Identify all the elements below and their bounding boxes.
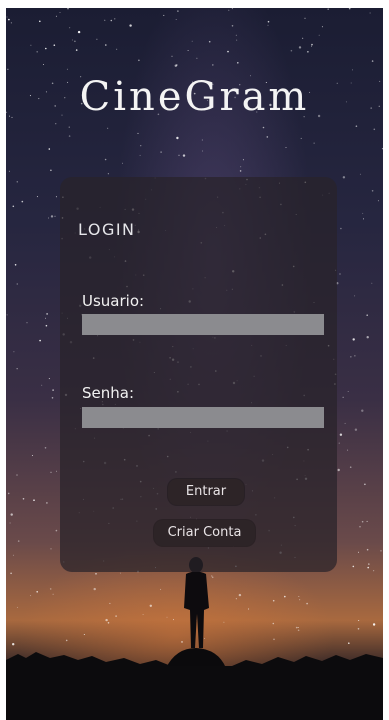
username-input[interactable] <box>82 314 324 335</box>
password-label: Senha: <box>82 384 135 402</box>
create-account-button[interactable]: Criar Conta <box>154 520 255 546</box>
login-submit-button[interactable]: Entrar <box>168 479 244 505</box>
password-input[interactable] <box>82 407 324 428</box>
login-screen: CineGram LOGIN Usuario: Senha: Entrar Cr… <box>6 8 383 720</box>
username-label: Usuario: <box>82 292 145 310</box>
login-card: LOGIN Usuario: Senha: Entrar Criar Conta <box>60 177 337 572</box>
login-heading: LOGIN <box>78 220 136 239</box>
app-title: CineGram <box>79 74 310 120</box>
